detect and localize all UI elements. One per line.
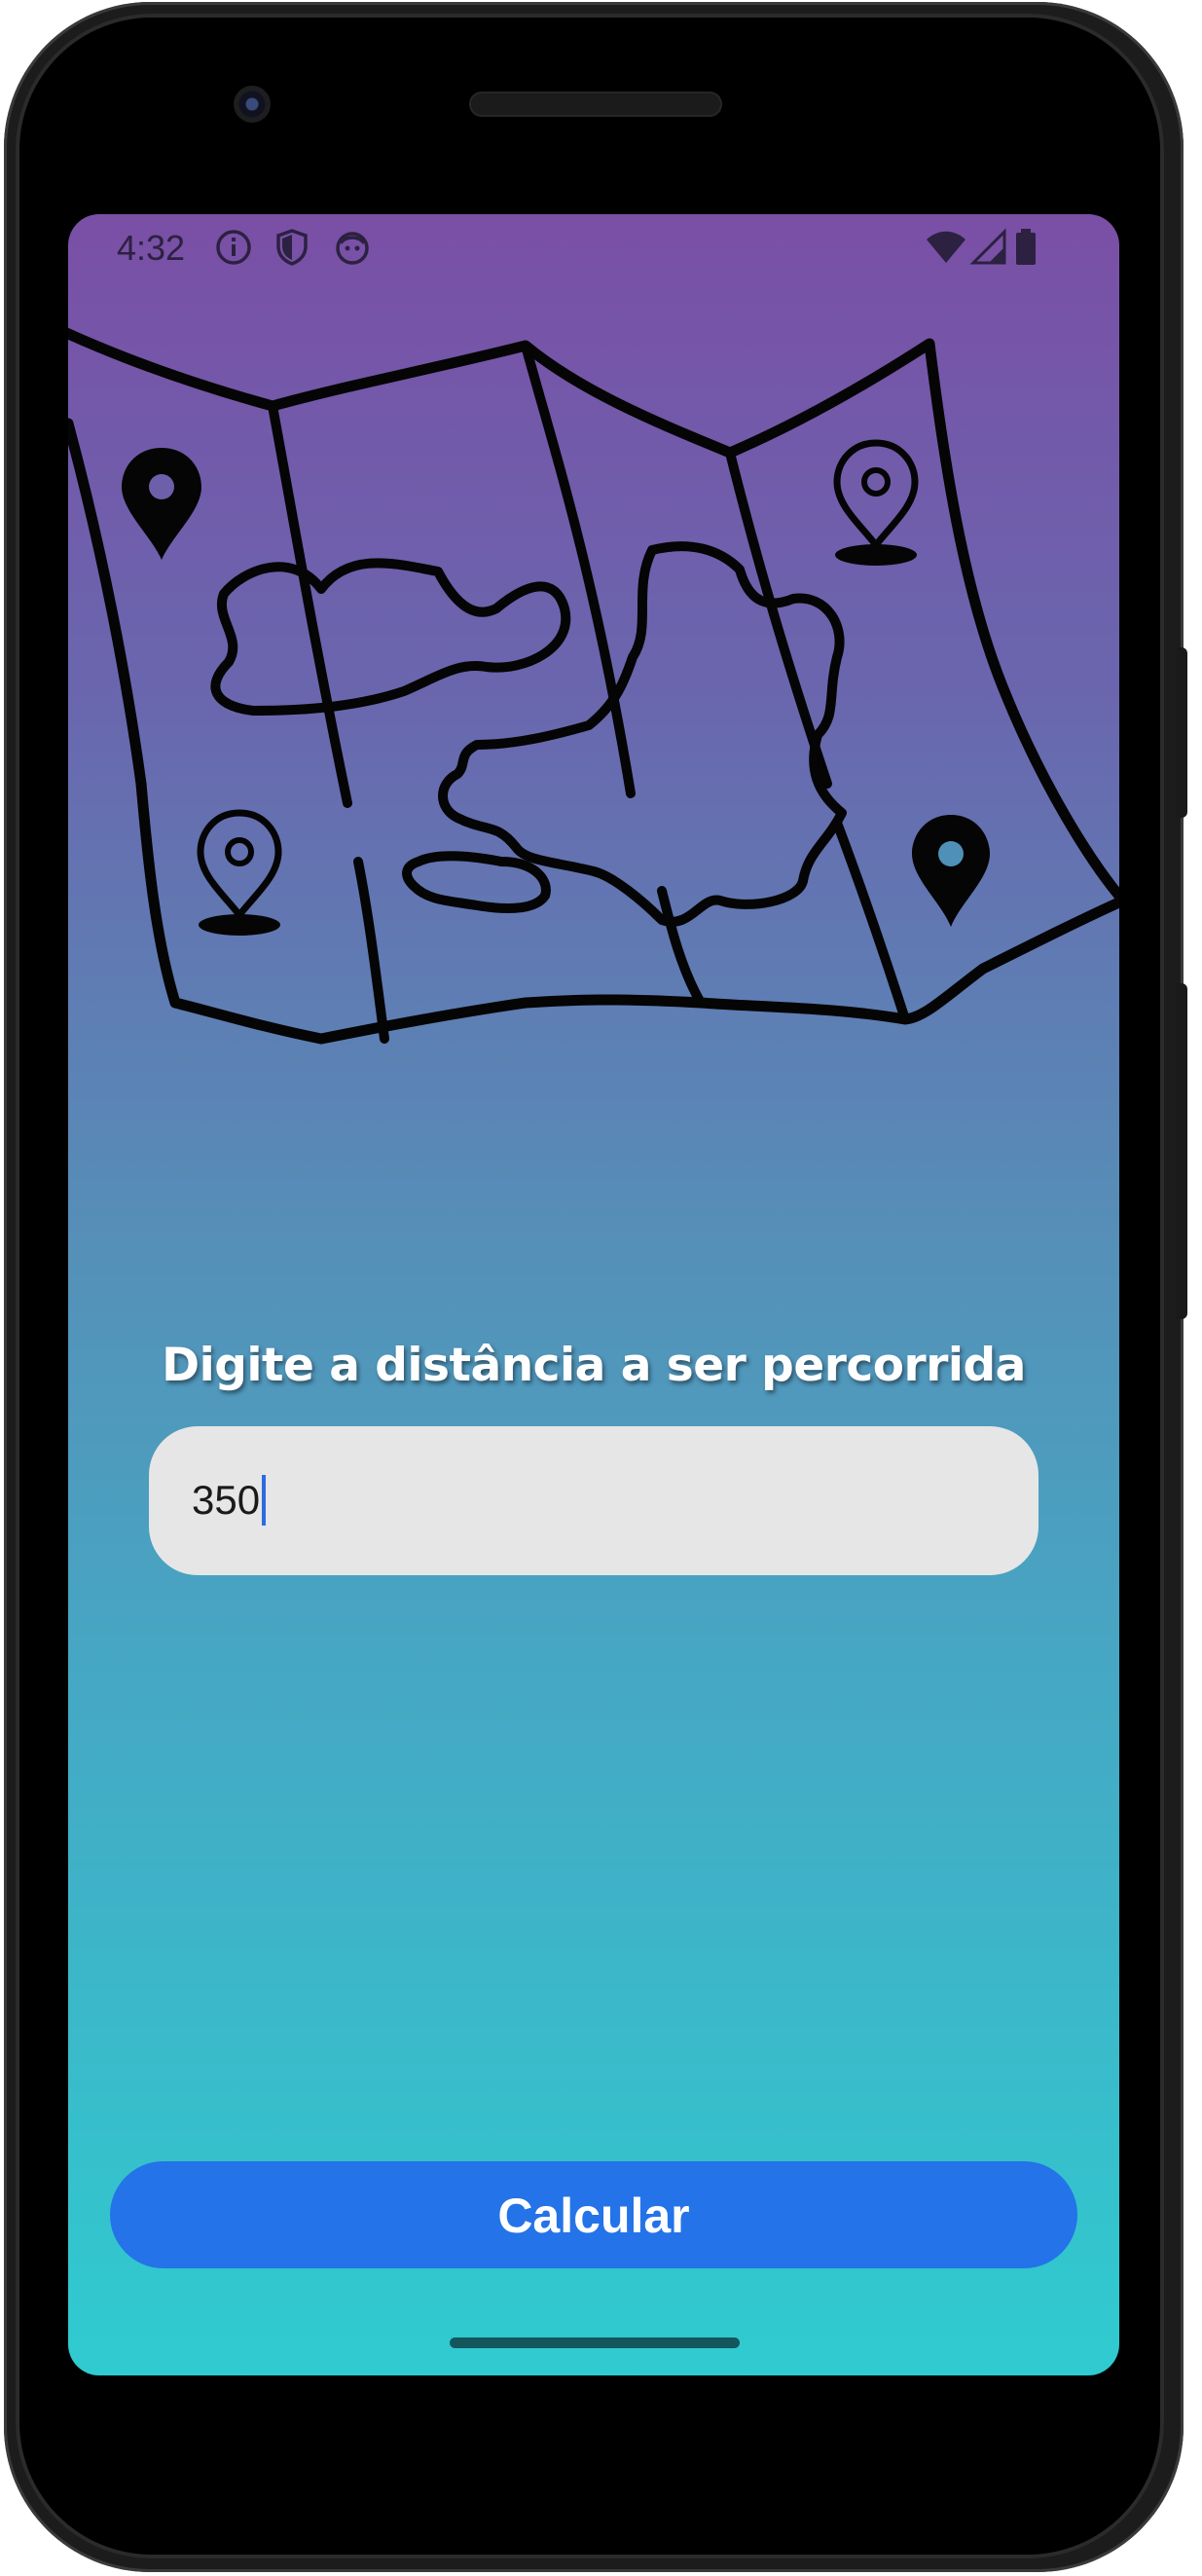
status-time: 4:32 (117, 228, 186, 268)
earpiece-speaker (469, 92, 722, 117)
text-cursor (262, 1474, 267, 1526)
shield-icon (276, 229, 308, 266)
app-screen: 4:32 Digite a distância a ser percorrida… (68, 214, 1119, 2375)
distance-input[interactable]: 350 (149, 1426, 1038, 1575)
wifi-icon (927, 231, 965, 263)
map-pin-icon (122, 448, 201, 560)
power-button (1176, 647, 1187, 818)
status-bar: 4:32 (68, 214, 1119, 282)
distance-prompt-label: Digite a distância a ser percorrida (162, 1339, 1026, 1392)
calculate-button[interactable]: Calcular (110, 2161, 1077, 2268)
volume-button (1176, 983, 1187, 1319)
info-icon (216, 230, 251, 265)
map-with-pins-icon (68, 327, 1119, 1045)
distance-input-value[interactable]: 350 (192, 1473, 267, 1528)
battery-icon (1016, 229, 1036, 265)
face-icon (336, 232, 369, 265)
home-indicator[interactable] (450, 2337, 740, 2348)
front-camera (234, 86, 271, 123)
phone-device: 4:32 Digite a distância a ser percorrida… (0, 0, 1187, 2576)
